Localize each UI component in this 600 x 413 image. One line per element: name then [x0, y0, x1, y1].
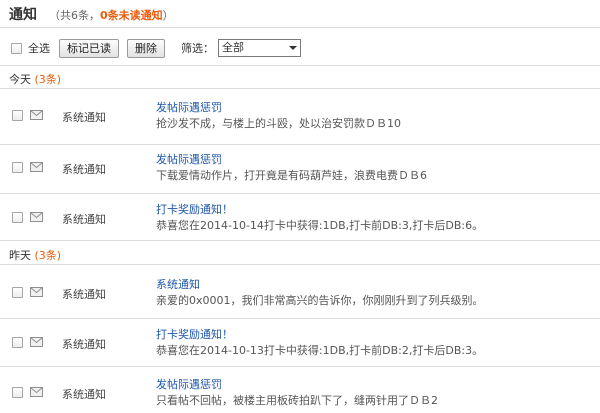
divider	[0, 88, 600, 89]
divider	[0, 366, 600, 367]
row-checkbox[interactable]	[12, 212, 23, 223]
envelope-icon	[30, 287, 43, 297]
notification-type: 系统通知	[62, 163, 106, 176]
group-count: (3条)	[34, 249, 62, 262]
notification-subject-link[interactable]: 打卡奖励通知！	[156, 201, 233, 217]
divider	[0, 318, 600, 319]
notification-subject-link[interactable]: 系统通知	[156, 276, 200, 292]
notification-type: 系统通知	[62, 111, 106, 124]
group-count: (3条)	[34, 73, 62, 86]
list-item[interactable]: 系统通知 发帖际遇惩罚 抢沙发不成，与楼上的斗殴，处以治安罚款ＤＢ10	[0, 94, 600, 144]
divider	[0, 193, 600, 194]
divider	[0, 65, 600, 66]
notification-page: 通知 （共6条，0条未读通知） 全选 标记已读 删除 筛选： 全部 今天 (3条…	[0, 0, 600, 413]
group-label: 今天	[9, 73, 31, 86]
group-label: 昨天	[9, 249, 31, 262]
notification-subject-link[interactable]: 打卡奖励通知！	[156, 326, 233, 342]
list-item[interactable]: 系统通知 打卡奖励通知！ 恭喜您在2014-10-13打卡中获得:1DB,打卡前…	[0, 321, 600, 371]
notification-type: 系统通知	[62, 338, 106, 351]
filter-select[interactable]: 全部	[218, 39, 301, 57]
row-checkbox[interactable]	[12, 287, 23, 298]
filter-value: 全部	[222, 41, 244, 54]
unread-count: 0条未读通知	[100, 9, 163, 22]
list-item[interactable]: 系统通知 系统通知 亲爱的0x0001，我们非常高兴的告诉你，你刚刚升到了列兵级…	[0, 271, 600, 321]
row-checkbox[interactable]	[12, 110, 23, 121]
envelope-icon	[30, 162, 43, 172]
list-item[interactable]: 系统通知 发帖际遇惩罚 下载爱情动作片，打开竟是有码葫芦娃，浪费电费ＤＢ6	[0, 146, 600, 196]
page-header: 通知 （共6条，0条未读通知）	[9, 4, 174, 26]
notification-type: 系统通知	[62, 388, 106, 401]
row-checkbox[interactable]	[12, 337, 23, 348]
envelope-icon	[30, 337, 43, 347]
notification-excerpt: 抢沙发不成，与楼上的斗殴，处以治安罚款ＤＢ10	[156, 117, 401, 130]
envelope-icon	[30, 110, 43, 120]
envelope-icon	[30, 387, 43, 397]
notification-type: 系统通知	[62, 213, 106, 226]
notification-excerpt: 恭喜您在2014-10-14打卡中获得:1DB,打卡前DB:3,打卡后DB:6。…	[156, 219, 476, 232]
toolbar: 全选 标记已读 删除 筛选： 全部	[11, 38, 301, 58]
notification-subject-link[interactable]: 发帖际遇惩罚	[156, 151, 222, 167]
mark-read-button[interactable]: 标记已读	[59, 38, 119, 58]
list-item[interactable]: 系统通知 打卡奖励通知！ 恭喜您在2014-10-14打卡中获得:1DB,打卡前…	[0, 196, 600, 246]
envelope-icon	[30, 212, 43, 222]
group-today-header: 今天 (3条)	[9, 71, 61, 87]
notification-subject-link[interactable]: 发帖际遇惩罚	[156, 376, 222, 392]
page-title: 通知	[9, 7, 37, 23]
notification-subject-link[interactable]: 发帖际遇惩罚	[156, 99, 222, 115]
notification-excerpt: 恭喜您在2014-10-13打卡中获得:1DB,打卡前DB:2,打卡后DB:3。…	[156, 344, 476, 357]
filter-label: 筛选：	[181, 42, 214, 55]
row-checkbox[interactable]	[12, 387, 23, 398]
divider	[0, 144, 600, 145]
notification-excerpt: 亲爱的0x0001，我们非常高兴的告诉你，你刚刚升到了列兵级别。你...	[156, 294, 476, 307]
notification-excerpt: 只看帖不回帖，被楼主用板砖拍趴下了，缝两针用了ＤＢ2	[156, 394, 438, 407]
select-all-checkbox[interactable]	[11, 42, 22, 54]
chevron-down-icon	[289, 46, 297, 50]
divider	[0, 240, 600, 241]
notification-type: 系统通知	[62, 288, 106, 301]
divider	[0, 27, 600, 28]
list-item[interactable]: 系统通知 发帖际遇惩罚 只看帖不回帖，被楼主用板砖拍趴下了，缝两针用了ＤＢ2	[0, 371, 600, 413]
row-checkbox[interactable]	[12, 162, 23, 173]
group-yesterday-header: 昨天 (3条)	[9, 247, 61, 263]
select-all-label[interactable]: 全选	[28, 40, 50, 56]
notification-excerpt: 下载爱情动作片，打开竟是有码葫芦娃，浪费电费ＤＢ6	[156, 169, 427, 182]
delete-button[interactable]: 删除	[127, 38, 165, 58]
notification-summary: （共6条，0条未读通知）	[49, 9, 174, 22]
divider	[0, 264, 600, 265]
